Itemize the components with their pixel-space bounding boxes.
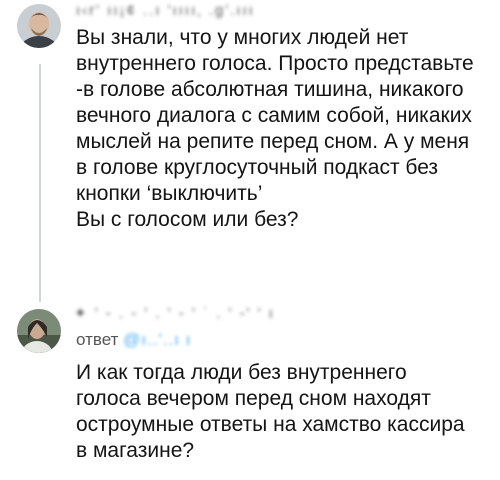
tweet-body: И как тогда люди без внутреннего голоса … xyxy=(76,360,486,464)
tweet-text-line: голоса вечером перед сном находят xyxy=(76,387,431,410)
user-avatar-icon xyxy=(17,309,61,353)
tweet-text-line: в голове круглосуточный подкаст без xyxy=(76,156,439,179)
user-avatar-icon xyxy=(17,4,61,48)
tweet-text-line: кнопки ‘выключить’ xyxy=(76,182,263,205)
tweet-text-line: остроумные ответы на хамство кассира xyxy=(76,413,465,436)
tweet-text-line: в магазине? xyxy=(76,439,195,462)
author-name[interactable]: ✦ ' - . - ' . ' - ' ˙ . ' -' ' ı xyxy=(74,304,434,322)
thread-connector-line xyxy=(39,64,41,302)
tweet-text-line: И как тогда люди без внутреннего xyxy=(76,361,407,384)
avatar[interactable] xyxy=(17,309,61,353)
avatar[interactable] xyxy=(17,4,61,48)
tweet-text-line: Вы знали, что у многих людей нет xyxy=(76,26,409,49)
tweet-text-line: -в голове абсолютная тишина, никакого xyxy=(76,78,464,101)
replying-to-label: ответ xyxy=(76,330,119,349)
replying-to: ответ @ı..'..ı ı xyxy=(76,330,191,350)
tweet-body: Вы знали, что у многих людей нет внутрен… xyxy=(76,25,486,233)
tweet-text-line: мыслей на репите перед сном. А у меня xyxy=(76,130,470,153)
replying-to-handle[interactable]: @ı..'..ı ı xyxy=(123,330,191,349)
tweet-text-line: внутреннего голоса. Просто представьте xyxy=(76,52,474,75)
author-name[interactable]: ı‹r' ıı¡¢ ..ı 'ıııı‚ .g'.ııı xyxy=(76,2,255,20)
tweet-text-line: Вы с голосом или без? xyxy=(76,208,299,231)
tweet-text-line: вечного диалога с самим собой, никаких xyxy=(76,104,472,127)
